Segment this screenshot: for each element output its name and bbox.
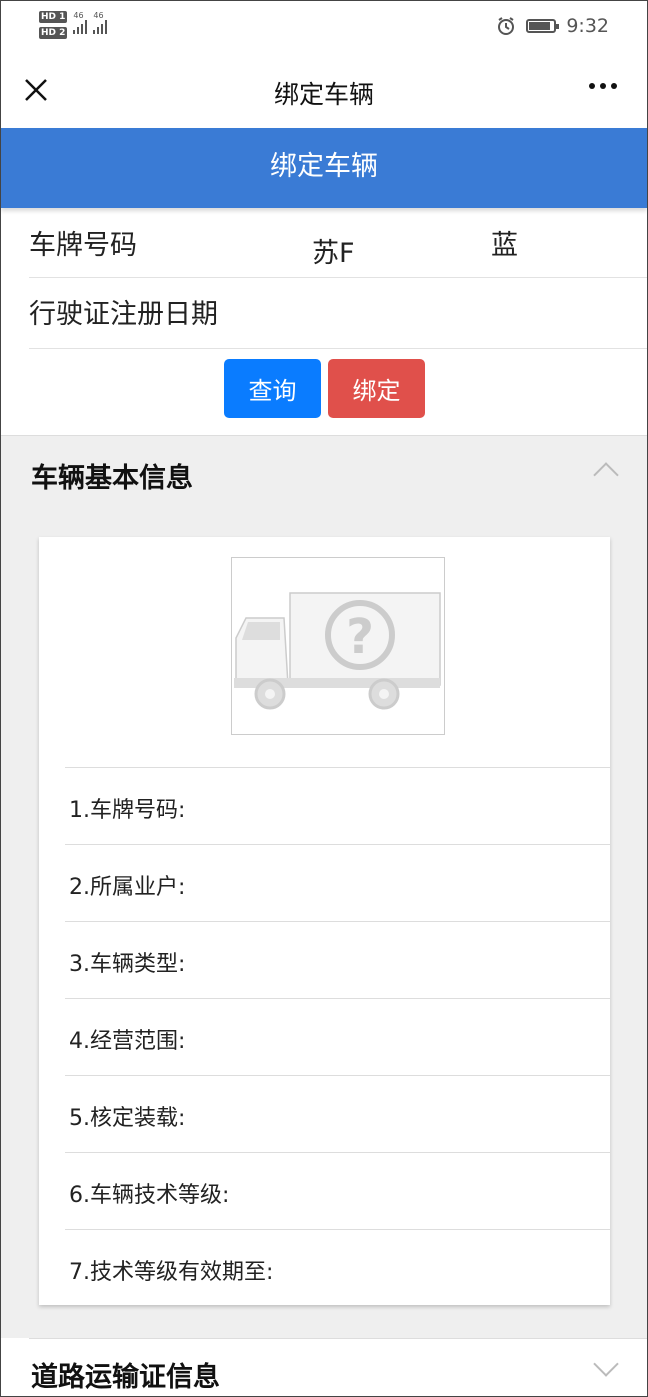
info-row: 5.核定装载:: [65, 1075, 610, 1152]
info-label: 4.经营范围:: [69, 1029, 186, 1054]
header-banner: 绑定车辆: [1, 128, 647, 208]
info-label: 6.车辆技术等级:: [69, 1183, 230, 1208]
action-buttons: 查询 绑定: [224, 359, 425, 418]
svg-text:?: ?: [346, 609, 374, 665]
clock: 9:32: [566, 15, 609, 37]
plate-prefix-select[interactable]: 苏F: [312, 231, 355, 270]
info-row: 7.技术等级有效期至:: [65, 1229, 610, 1306]
hd1-badge: HD 1: [39, 11, 68, 23]
vehicle-photo: ?: [231, 557, 445, 735]
more-icon[interactable]: [589, 83, 617, 89]
vehicle-section-title: 车辆基本信息: [31, 463, 193, 494]
transport-section-header[interactable]: 道路运输证信息: [29, 1338, 647, 1396]
title-bar: 绑定车辆: [1, 53, 647, 128]
hd2-badge: HD 2: [39, 27, 68, 39]
reg-date-row[interactable]: 行驶证注册日期: [29, 278, 647, 349]
plate-row: 车牌号码 苏F 蓝: [29, 209, 647, 278]
bind-button[interactable]: 绑定: [328, 359, 425, 418]
network-type-1: 46: [73, 11, 84, 20]
info-label: 2.所属业户:: [69, 875, 186, 900]
info-label: 5.核定装载:: [69, 1106, 186, 1131]
app-frame: HD 1 HD 2 46 46 9:32 绑定车辆 绑定车辆 车牌号码 苏F 蓝…: [0, 0, 648, 1397]
plate-color-select[interactable]: 蓝: [491, 223, 518, 262]
info-label: 7.技术等级有效期至:: [69, 1260, 274, 1285]
status-left: HD 1 HD 2 46 46: [39, 11, 108, 39]
vehicle-info-card: ? 1.车牌号码: 2.所属业户: 3.车辆类型: 4.经营范围: 5.核定装载…: [39, 537, 610, 1305]
status-bar: HD 1 HD 2 46 46 9:32: [1, 1, 647, 53]
info-row: 6.车辆技术等级:: [65, 1152, 610, 1229]
chevron-down-icon[interactable]: [593, 1351, 619, 1377]
info-row: 1.车牌号码:: [65, 767, 610, 844]
signal-2: 46: [93, 11, 108, 34]
status-right: 9:32: [496, 15, 609, 37]
transport-section-title: 道路运输证信息: [31, 1362, 220, 1393]
info-row: 2.所属业户:: [65, 844, 610, 921]
network-type-2: 46: [93, 11, 104, 20]
chevron-up-icon[interactable]: [593, 462, 619, 488]
info-label: 1.车牌号码:: [69, 798, 186, 823]
signal-bars-icon: [93, 20, 108, 34]
info-row: 4.经营范围:: [65, 998, 610, 1075]
truck-placeholder-icon: ?: [234, 592, 441, 710]
reg-date-label: 行驶证注册日期: [29, 299, 218, 330]
battery-icon: [526, 19, 560, 33]
signal-1: 46: [73, 11, 88, 34]
alarm-icon: [498, 17, 515, 35]
signal-bars-icon: [73, 20, 88, 34]
page-title: 绑定车辆: [273, 80, 374, 109]
query-button[interactable]: 查询: [224, 359, 321, 418]
info-label: 3.车辆类型:: [69, 952, 186, 977]
vehicle-section-header[interactable]: 车辆基本信息: [1, 435, 647, 514]
info-row: 3.车辆类型:: [65, 921, 610, 998]
plate-label: 车牌号码: [29, 230, 137, 261]
